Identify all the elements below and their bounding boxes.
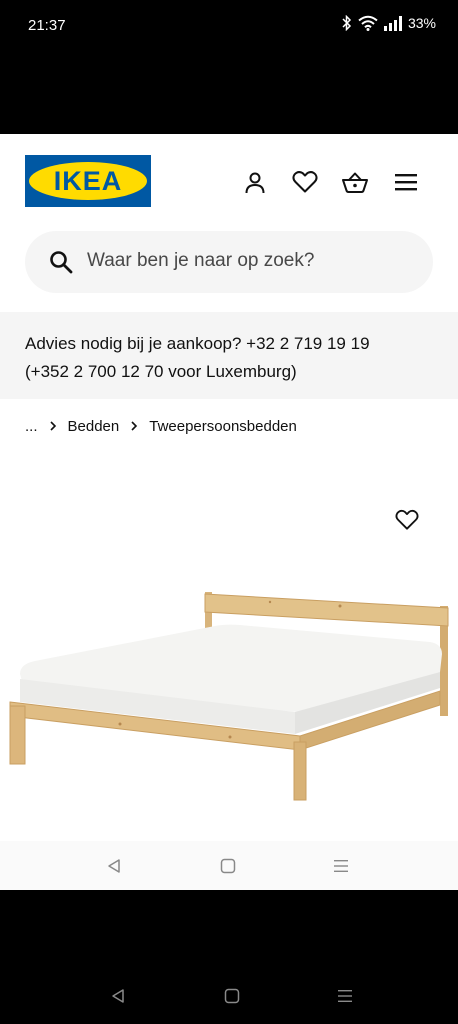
back-icon[interactable] (106, 983, 130, 1009)
breadcrumb-tweepersoonsbedden[interactable]: Tweepersoonsbedden (149, 418, 297, 435)
signal-icon (383, 15, 402, 31)
status-bar: 21:37 33% (0, 0, 458, 52)
chevron-right-icon (131, 421, 138, 431)
back-icon[interactable] (102, 854, 126, 878)
breadcrumb: ... Bedden Tweepersoonsbedden (25, 416, 297, 436)
chevron-right-icon (49, 421, 56, 431)
search-input[interactable]: Waar ben je naar op zoek? (25, 231, 433, 293)
home-icon[interactable] (220, 983, 244, 1009)
product-image[interactable] (0, 584, 458, 814)
breadcrumb-bedden[interactable]: Bedden (68, 418, 120, 435)
wifi-icon (358, 15, 378, 31)
home-icon[interactable] (216, 854, 240, 878)
status-icons: 33% (342, 15, 436, 31)
favorite-heart-icon[interactable] (393, 506, 421, 534)
search-icon (50, 251, 73, 274)
search-placeholder: Waar ben je naar op zoek? (87, 250, 315, 271)
logo-text: IKEA (54, 166, 123, 196)
advice-line-2: (+352 2 700 12 70 voor Luxemburg) (25, 362, 297, 381)
advice-banner[interactable]: Advies nodig bij je aankoop? +32 2 719 1… (0, 312, 458, 399)
menu-lines-icon[interactable] (329, 854, 353, 878)
account-icon[interactable] (241, 168, 269, 196)
advice-line-1: Advies nodig bij je aankoop? +32 2 719 1… (25, 334, 370, 353)
web-page: IKEA Waar ben je naar op zoek? Advies no… (0, 134, 458, 890)
recents-icon[interactable] (333, 983, 357, 1009)
battery-level: 33% (407, 15, 436, 31)
menu-icon[interactable] (392, 168, 420, 196)
browser-nav-bar (0, 841, 458, 890)
status-time: 21:37 (28, 17, 66, 34)
wishlist-heart-icon[interactable] (291, 168, 319, 196)
breadcrumb-ellipsis[interactable]: ... (25, 418, 38, 435)
ikea-logo[interactable]: IKEA (25, 155, 151, 207)
shopping-basket-icon[interactable] (341, 168, 369, 196)
bluetooth-icon (342, 15, 352, 31)
